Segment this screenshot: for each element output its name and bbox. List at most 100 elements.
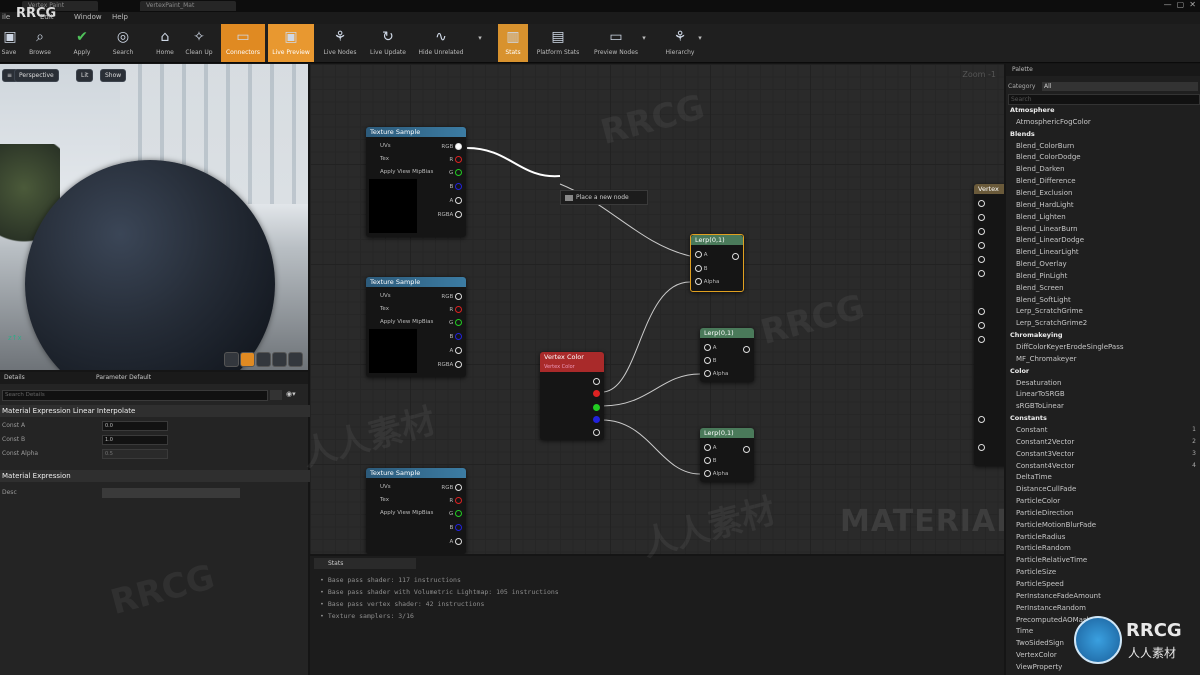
- lerp3-pin-alpha[interactable]: Alpha: [704, 470, 728, 477]
- hierarchy-dropdown[interactable]: ▾: [696, 34, 704, 44]
- live-nodes-button[interactable]: ⚘ Live Nodes: [320, 24, 360, 62]
- palette-item[interactable]: ParticleSpeed: [1016, 580, 1064, 588]
- const-b-field[interactable]: 1.0: [102, 435, 168, 445]
- palette-item[interactable]: DistanceCullFade: [1016, 485, 1076, 493]
- live-update-button[interactable]: ↻ Live Update: [366, 24, 410, 62]
- menu-edit[interactable]: Edit: [40, 13, 54, 21]
- pin-r[interactable]: R: [449, 156, 462, 163]
- palette-item[interactable]: ParticleRadius: [1016, 533, 1065, 541]
- result-input-pin[interactable]: [978, 416, 985, 423]
- palette-item[interactable]: Blend_HardLight: [1016, 201, 1074, 209]
- menu-file[interactable]: ile: [2, 13, 10, 21]
- palette-item[interactable]: ParticleRandom: [1016, 544, 1071, 552]
- stats-button[interactable]: ▥ Stats: [498, 24, 528, 62]
- pin-rgb[interactable]: RGB: [441, 484, 462, 491]
- lerp2-pin-alpha[interactable]: Alpha: [704, 370, 728, 377]
- desc-field[interactable]: [102, 488, 240, 498]
- pin-a[interactable]: A: [449, 347, 462, 354]
- lerp2-output[interactable]: [743, 346, 750, 353]
- preview-nodes-dropdown[interactable]: ▾: [640, 34, 648, 44]
- pin-uvs[interactable]: UVs: [380, 293, 391, 299]
- palette-item[interactable]: Blend_LinearLight: [1016, 248, 1079, 256]
- pin-tex[interactable]: Tex: [380, 306, 389, 312]
- palette-item[interactable]: Lerp_ScratchGrime: [1016, 307, 1083, 315]
- palette-item[interactable]: Constant3Vector: [1016, 450, 1074, 458]
- plane-preview-icon[interactable]: [256, 352, 271, 367]
- hide-unrelated-button[interactable]: ∿ Hide Unrelated: [414, 24, 468, 62]
- save-button[interactable]: ▣ Save: [0, 24, 18, 62]
- pin-rgb[interactable]: RGB: [441, 143, 462, 150]
- lerp-node-3[interactable]: Lerp(0,1) A B Alpha: [700, 428, 754, 482]
- palette-item[interactable]: PerInstanceFadeAmount: [1016, 592, 1101, 600]
- palette-item[interactable]: LinearToSRGB: [1016, 390, 1065, 398]
- material-result-node[interactable]: Vertex: [974, 184, 1004, 466]
- menu-help[interactable]: Help: [112, 13, 128, 21]
- result-input-pin[interactable]: [978, 228, 985, 235]
- result-input-pin[interactable]: [978, 214, 985, 221]
- palette-item[interactable]: Blend_Overlay: [1016, 260, 1067, 268]
- material-graph-canvas[interactable]: Zoom -1 MATERIAL Texture Sample UVs Tex …: [310, 64, 1004, 554]
- sphere-preview-icon[interactable]: [240, 352, 255, 367]
- live-preview-button[interactable]: ▣ Live Preview: [268, 24, 314, 62]
- lerp2-pin-a[interactable]: A: [704, 344, 717, 351]
- hierarchy-button[interactable]: ⚘ Hierarchy: [660, 24, 700, 62]
- result-input-pin[interactable]: [978, 256, 985, 263]
- lerp3-pin-b[interactable]: B: [704, 457, 717, 464]
- palette-item[interactable]: Desaturation: [1016, 379, 1061, 387]
- tab-parameter-default[interactable]: Parameter Default: [96, 374, 151, 381]
- palette-category[interactable]: Color: [1010, 367, 1029, 375]
- result-input-pin[interactable]: [978, 444, 985, 451]
- vc-output-alpha[interactable]: [593, 429, 600, 436]
- browse-button[interactable]: ⌕ Browse: [26, 24, 54, 62]
- pin-tex[interactable]: Tex: [380, 497, 389, 503]
- palette-item[interactable]: Blend_LinearBurn: [1016, 225, 1078, 233]
- palette-category[interactable]: Chromakeying: [1010, 331, 1063, 339]
- const-alpha-field[interactable]: 0.5: [102, 449, 168, 459]
- vc-output-green[interactable]: [593, 404, 600, 411]
- cylinder-preview-icon[interactable]: [224, 352, 239, 367]
- apply-button[interactable]: ✔ Apply: [68, 24, 96, 62]
- palette-item[interactable]: Blend_ColorBurn: [1016, 142, 1074, 150]
- palette-item[interactable]: Blend_ColorDodge: [1016, 153, 1081, 161]
- pin-b[interactable]: B: [449, 524, 462, 531]
- palette-item[interactable]: DiffColorKeyerErodeSinglePass: [1016, 343, 1124, 351]
- palette-item[interactable]: Constant2Vector: [1016, 438, 1074, 446]
- palette-category[interactable]: Constants: [1010, 414, 1047, 422]
- vc-output-blue[interactable]: [593, 416, 600, 423]
- pin-uvs[interactable]: UVs: [380, 484, 391, 490]
- pin-a[interactable]: A: [449, 197, 462, 204]
- palette-search-input[interactable]: Search: [1008, 94, 1200, 105]
- vertex-color-node[interactable]: Vertex Color Vertex Color: [540, 352, 604, 440]
- texture-sample-node-1[interactable]: Texture Sample UVs Tex Apply View MipBia…: [366, 127, 466, 237]
- lerp-node-2[interactable]: Lerp(0,1) A B Alpha: [700, 328, 754, 382]
- palette-item[interactable]: VertexColor: [1016, 651, 1057, 659]
- palette-item[interactable]: Blend_Screen: [1016, 284, 1064, 292]
- palette-item[interactable]: ParticleSize: [1016, 568, 1056, 576]
- pin-r[interactable]: R: [449, 497, 462, 504]
- pin-b[interactable]: B: [449, 333, 462, 340]
- palette-item[interactable]: Blend_Difference: [1016, 177, 1076, 185]
- eye-icon[interactable]: ◉▾: [286, 390, 296, 398]
- pin-r[interactable]: R: [449, 306, 462, 313]
- palette-item[interactable]: Lerp_ScratchGrime2: [1016, 319, 1087, 327]
- result-input-pin[interactable]: [978, 200, 985, 207]
- result-input-pin[interactable]: [978, 308, 985, 315]
- window-controls[interactable]: — ▢ ✕: [1164, 0, 1196, 9]
- lerp-node-1[interactable]: Lerp(0,1) A B Alpha: [690, 234, 744, 292]
- palette-category[interactable]: Blends: [1010, 130, 1035, 138]
- home-button[interactable]: ⌂ Home: [150, 24, 180, 62]
- palette-category[interactable]: Atmosphere: [1010, 106, 1055, 114]
- connectors-button[interactable]: ▭ Connectors: [221, 24, 265, 62]
- texture-sample-node-2[interactable]: Texture Sample UVs Tex Apply View MipBia…: [366, 277, 466, 377]
- lerp1-pin-b[interactable]: B: [695, 265, 708, 272]
- pin-g[interactable]: G: [449, 319, 462, 326]
- result-input-pin[interactable]: [978, 270, 985, 277]
- palette-item[interactable]: ViewProperty: [1016, 663, 1062, 671]
- palette-item[interactable]: ParticleRelativeTime: [1016, 556, 1087, 564]
- pin-rgba[interactable]: RGBA: [438, 211, 462, 218]
- clean-up-button[interactable]: ✧ Clean Up: [182, 24, 216, 62]
- lerp1-output[interactable]: [732, 253, 739, 260]
- pin-rgba[interactable]: RGBA: [438, 361, 462, 368]
- palette-item[interactable]: ParticleDirection: [1016, 509, 1074, 517]
- const-a-field[interactable]: 0.0: [102, 421, 168, 431]
